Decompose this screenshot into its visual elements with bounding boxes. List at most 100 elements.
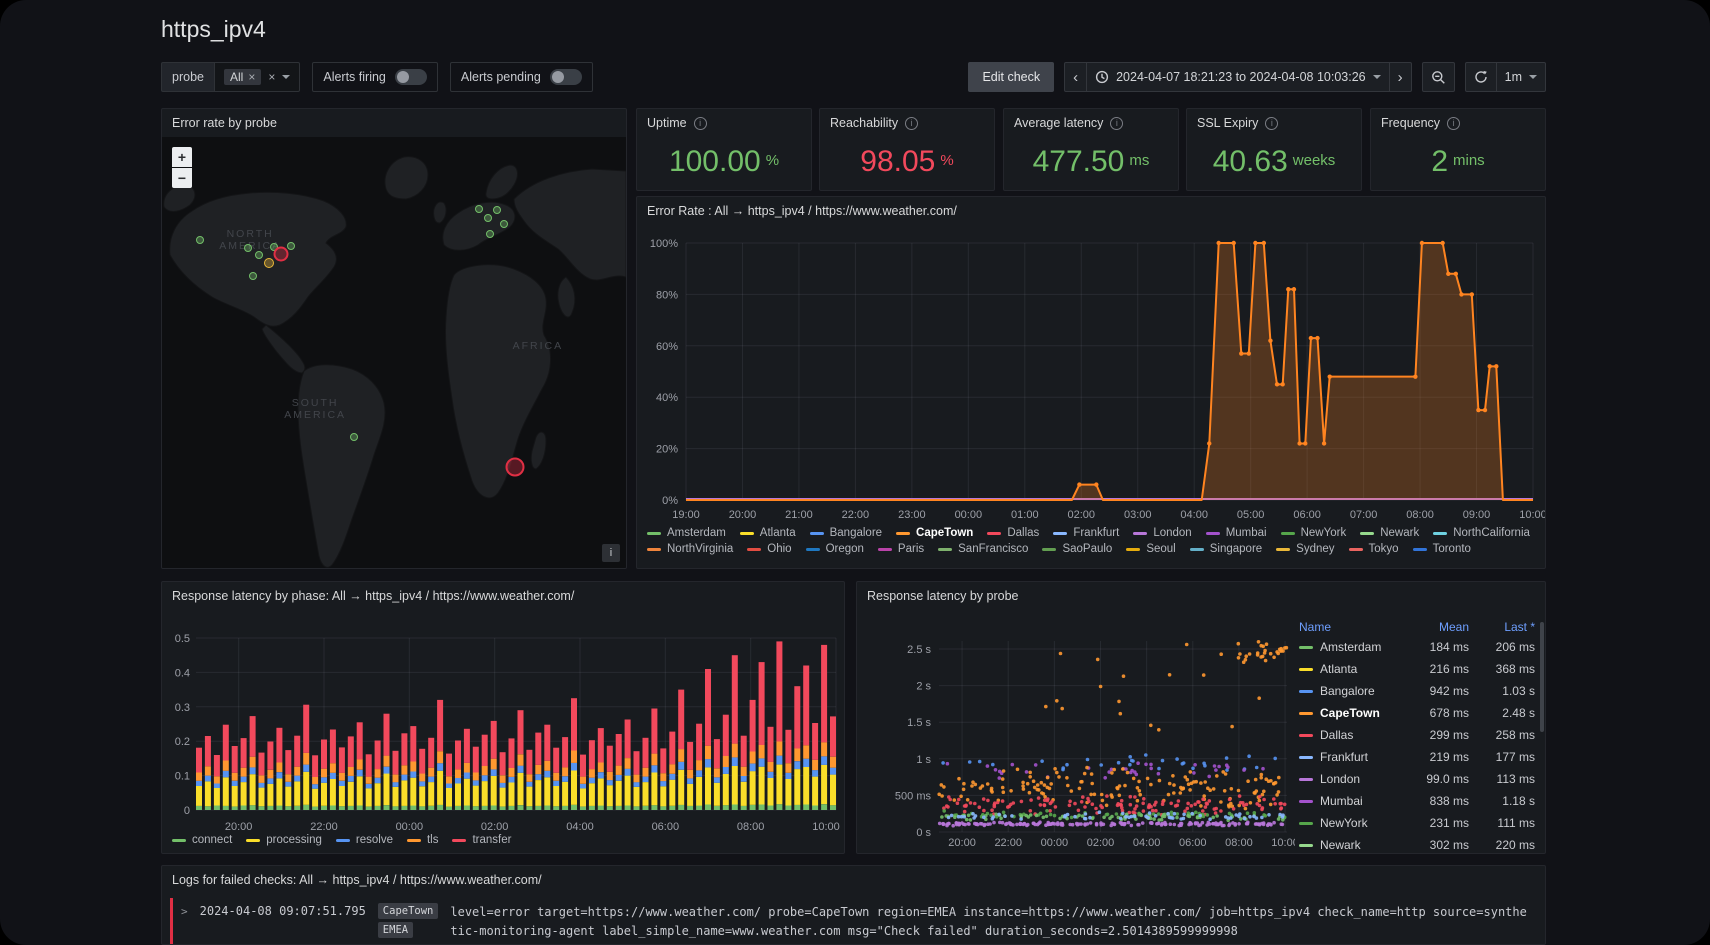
legend-item-Tokyo[interactable]: Tokyo bbox=[1349, 543, 1399, 555]
table-row-Dallas[interactable]: Dallas299 ms258 ms bbox=[1299, 724, 1535, 746]
probe-marker[interactable] bbox=[493, 206, 501, 214]
world-map[interactable]: NORTH AMERICA SOUTH AMERICA AFRICA + − i bbox=[162, 137, 626, 568]
refresh-button[interactable] bbox=[1465, 62, 1497, 92]
probe-marker[interactable] bbox=[287, 242, 295, 250]
panel-title[interactable]: Response latency by phase: All → https_i… bbox=[172, 589, 574, 603]
legend-item-Oregon[interactable]: Oregon bbox=[806, 543, 864, 555]
legend-item-Frankfurt[interactable]: Frankfurt bbox=[1053, 527, 1119, 539]
table-row-Newark[interactable]: Newark302 ms220 ms bbox=[1299, 834, 1535, 853]
probe-marker[interactable] bbox=[350, 433, 358, 441]
remove-value-icon[interactable]: × bbox=[248, 71, 255, 83]
table-row-London[interactable]: London99.0 ms113 ms bbox=[1299, 768, 1535, 790]
table-row-CapeTown[interactable]: CapeTown678 ms2.48 s bbox=[1299, 702, 1535, 724]
clear-select-icon[interactable]: × bbox=[268, 71, 275, 83]
legend-item-Newark[interactable]: Newark bbox=[1360, 527, 1419, 539]
svg-text:23:00: 23:00 bbox=[898, 509, 926, 521]
probe-marker[interactable] bbox=[484, 214, 492, 222]
panel-title[interactable]: Response latency by probe bbox=[867, 589, 1018, 603]
edit-check-button[interactable]: Edit check bbox=[968, 62, 1054, 92]
log-row[interactable]: > 2024-04-08 09:07:51.795 CapeTownEMEA l… bbox=[170, 898, 1537, 945]
legend-item-transfer[interactable]: transfer bbox=[452, 834, 511, 846]
table-scrollbar[interactable] bbox=[1540, 622, 1544, 732]
legend-item-Toronto[interactable]: Toronto bbox=[1413, 543, 1471, 555]
latency-by-probe-plot[interactable]: 0 s500 ms1 s1.5 s2 s2.5 s20:0022:0000:00… bbox=[857, 610, 1295, 854]
table-row-Frankfurt[interactable]: Frankfurt219 ms177 ms bbox=[1299, 746, 1535, 768]
table-row-NewYork[interactable]: NewYork231 ms111 ms bbox=[1299, 812, 1535, 834]
legend-item-Singapore[interactable]: Singapore bbox=[1190, 543, 1262, 555]
svg-text:40%: 40% bbox=[656, 392, 678, 404]
table-row-Bangalore[interactable]: Bangalore942 ms1.03 s bbox=[1299, 680, 1535, 702]
legend-item-CapeTown[interactable]: CapeTown bbox=[896, 527, 973, 539]
panel-title[interactable]: Logs for failed checks: All → https_ipv4… bbox=[172, 873, 542, 887]
probe-value-chip[interactable]: All × bbox=[224, 69, 261, 85]
probe-marker[interactable] bbox=[505, 458, 524, 477]
series-color-icon bbox=[1126, 548, 1140, 551]
alerts-firing-toggle[interactable] bbox=[395, 69, 427, 85]
probe-marker[interactable] bbox=[475, 205, 483, 213]
probe-marker[interactable] bbox=[244, 244, 252, 252]
info-icon[interactable] bbox=[1447, 117, 1460, 130]
probe-marker[interactable] bbox=[196, 236, 204, 244]
panel-title[interactable]: Error Rate : All → https_ipv4 / https://… bbox=[647, 204, 957, 218]
table-row-Mumbai[interactable]: Mumbai838 ms1.18 s bbox=[1299, 790, 1535, 812]
error-rate-plot[interactable]: 0%20%40%60%80%100%19:0020:0021:0022:0023… bbox=[637, 225, 1545, 526]
legend-item-SanFrancisco[interactable]: SanFrancisco bbox=[938, 543, 1028, 555]
legend-item-Sydney[interactable]: Sydney bbox=[1276, 543, 1334, 555]
log-message: level=error target=https://www.weather.c… bbox=[450, 903, 1529, 940]
legend-item-Mumbai[interactable]: Mumbai bbox=[1206, 527, 1267, 539]
series-color-icon bbox=[1299, 822, 1313, 825]
legend-label: Oregon bbox=[826, 543, 864, 555]
series-color-icon bbox=[647, 532, 661, 535]
legend-item-NorthCalifornia[interactable]: NorthCalifornia bbox=[1433, 527, 1530, 539]
table-row-Atlanta[interactable]: Atlanta216 ms368 ms bbox=[1299, 658, 1535, 680]
probe-marker[interactable] bbox=[255, 251, 263, 259]
probe-marker[interactable] bbox=[264, 258, 274, 268]
legend-item-Amsterdam[interactable]: Amsterdam bbox=[647, 527, 726, 539]
legend-label: SanFrancisco bbox=[958, 543, 1028, 555]
map-zoom-in-button[interactable]: + bbox=[172, 147, 192, 167]
chevron-down-icon[interactable] bbox=[282, 75, 290, 79]
probe-marker[interactable] bbox=[249, 272, 257, 280]
legend-item-NorthVirginia[interactable]: NorthVirginia bbox=[647, 543, 733, 555]
legend-item-SaoPaulo[interactable]: SaoPaulo bbox=[1042, 543, 1112, 555]
legend-item-NewYork[interactable]: NewYork bbox=[1281, 527, 1347, 539]
probe-marker[interactable] bbox=[486, 230, 494, 238]
legend-item-Atlanta[interactable]: Atlanta bbox=[740, 527, 796, 539]
map-zoom-out-button[interactable]: − bbox=[172, 168, 192, 188]
map-markers bbox=[162, 137, 626, 568]
time-forward-button[interactable]: › bbox=[1389, 62, 1412, 92]
probe-filter: probe All × × bbox=[161, 62, 300, 92]
probe-marker[interactable] bbox=[500, 220, 508, 228]
column-header-mean[interactable]: Mean bbox=[1403, 620, 1469, 634]
info-icon[interactable] bbox=[1265, 117, 1278, 130]
legend-item-Paris[interactable]: Paris bbox=[878, 543, 924, 555]
probe-filter-select[interactable]: All × × bbox=[214, 62, 300, 92]
column-header-last[interactable]: Last * bbox=[1469, 620, 1535, 634]
legend-item-London[interactable]: London bbox=[1133, 527, 1191, 539]
legend-item-Ohio[interactable]: Ohio bbox=[747, 543, 791, 555]
legend-item-tls[interactable]: tls bbox=[407, 834, 439, 846]
latency-by-phase-plot[interactable]: 00.10.20.30.40.520:0022:0000:0002:0004:0… bbox=[162, 610, 844, 841]
info-icon[interactable] bbox=[1110, 117, 1123, 130]
probe-marker[interactable] bbox=[273, 247, 288, 262]
legend-item-processing[interactable]: processing bbox=[246, 834, 322, 846]
legend-item-resolve[interactable]: resolve bbox=[336, 834, 393, 846]
column-header-name[interactable]: Name bbox=[1299, 620, 1403, 634]
last-value: 206 ms bbox=[1469, 640, 1535, 654]
legend-item-Bangalore[interactable]: Bangalore bbox=[810, 527, 882, 539]
legend-item-connect[interactable]: connect bbox=[172, 834, 232, 846]
alerts-pending-toggle[interactable] bbox=[550, 69, 582, 85]
time-back-button[interactable]: ‹ bbox=[1064, 62, 1087, 92]
map-attribution-icon[interactable]: i bbox=[602, 544, 620, 562]
legend-item-Dallas[interactable]: Dallas bbox=[987, 527, 1039, 539]
zoom-out-button[interactable] bbox=[1422, 62, 1455, 92]
refresh-interval-button[interactable]: 1m bbox=[1496, 62, 1546, 92]
legend-item-Seoul[interactable]: Seoul bbox=[1126, 543, 1175, 555]
info-icon[interactable] bbox=[905, 117, 918, 130]
table-row-Amsterdam[interactable]: Amsterdam184 ms206 ms bbox=[1299, 636, 1535, 658]
log-expand-icon[interactable]: > bbox=[181, 903, 188, 918]
info-icon[interactable] bbox=[694, 117, 707, 130]
panel-title[interactable]: Error rate by probe bbox=[172, 116, 277, 130]
clock-icon bbox=[1095, 70, 1109, 84]
time-range-button[interactable]: 2024-04-07 18:21:23 to 2024-04-08 10:03:… bbox=[1086, 62, 1390, 92]
